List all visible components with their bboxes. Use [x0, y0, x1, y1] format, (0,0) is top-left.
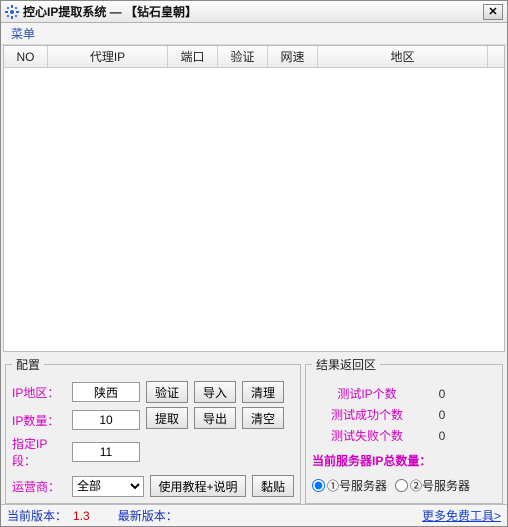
col-代理IP[interactable]: 代理IP: [48, 46, 168, 67]
menu-main[interactable]: 菜单: [7, 23, 39, 44]
app-icon: [5, 5, 19, 19]
statusbar: 当前版本： 1.3 最新版本： 更多免费工具>: [1, 504, 507, 526]
ip-count-input[interactable]: [72, 410, 140, 430]
test-ok-label: 测试成功个数: [312, 406, 422, 423]
close-button[interactable]: ✕: [483, 4, 503, 20]
bottom-panels: 配置 IP地区： 验证 导入 清理 IP数量： x 提取 导出 清空: [1, 352, 507, 504]
verify-button[interactable]: 验证: [146, 381, 188, 403]
current-version-value: 1.3: [73, 509, 90, 523]
latest-version-label: 最新版本：: [118, 507, 178, 524]
total-label: 当前服务器IP总数量：: [312, 452, 496, 469]
test-fail-value: 0: [422, 429, 462, 443]
menubar: 菜单: [1, 23, 507, 45]
isp-label: 运营商：: [12, 478, 66, 495]
test-ok-value: 0: [422, 408, 462, 422]
server1-radio-input[interactable]: [312, 479, 325, 492]
clear-button[interactable]: 清空: [242, 407, 284, 429]
test-ip-label: 测试IP个数: [312, 385, 422, 402]
ip-segment-label: 指定IP段：: [12, 435, 66, 469]
more-tools-link[interactable]: 更多免费工具>: [422, 507, 501, 524]
test-fail-label: 测试失败个数: [312, 427, 422, 444]
table-header: NO代理IP端口验证网速地区: [4, 46, 504, 68]
ip-region-label: IP地区：: [12, 384, 66, 401]
export-button[interactable]: 导出: [194, 407, 236, 429]
current-version-label: 当前版本：: [7, 507, 67, 524]
results-legend: 结果返回区: [312, 356, 380, 373]
config-group: 配置 IP地区： 验证 导入 清理 IP数量： x 提取 导出 清空: [5, 356, 301, 504]
window-title: 控心IP提取系统 — 【钻石皇朝】: [23, 3, 483, 20]
cleanup-button[interactable]: 清理: [242, 381, 284, 403]
ip-count-label: IP数量：: [12, 412, 66, 429]
config-legend: 配置: [12, 356, 44, 373]
tutorial-button[interactable]: 使用教程+说明: [150, 475, 246, 497]
paste-button[interactable]: 黏贴: [252, 475, 294, 497]
col-验证[interactable]: 验证: [218, 46, 268, 67]
import-button[interactable]: 导入: [194, 381, 236, 403]
col-地区[interactable]: 地区: [318, 46, 488, 67]
titlebar: 控心IP提取系统 — 【钻石皇朝】 ✕: [1, 1, 507, 23]
server-radio-group: ①号服务器 ②号服务器: [312, 475, 496, 496]
server2-radio[interactable]: ②号服务器: [395, 477, 470, 494]
extract-button[interactable]: 提取: [146, 407, 188, 429]
test-ip-value: 0: [422, 387, 462, 401]
col-端口[interactable]: 端口: [168, 46, 218, 67]
table-body[interactable]: [4, 68, 504, 351]
col-NO[interactable]: NO: [4, 46, 48, 67]
app-window: 控心IP提取系统 — 【钻石皇朝】 ✕ 菜单 NO代理IP端口验证网速地区 配置…: [0, 0, 508, 527]
ip-segment-input[interactable]: [72, 442, 140, 462]
server2-radio-input[interactable]: [395, 479, 408, 492]
proxy-table: NO代理IP端口验证网速地区: [3, 45, 505, 352]
isp-select[interactable]: 全部: [72, 476, 144, 497]
results-group: 结果返回区 测试IP个数 0 测试成功个数 0 测试失败个数 0 当前服务器IP…: [305, 356, 503, 504]
ip-region-input[interactable]: [72, 382, 140, 402]
server1-radio[interactable]: ①号服务器: [312, 477, 387, 494]
col-网速[interactable]: 网速: [268, 46, 318, 67]
